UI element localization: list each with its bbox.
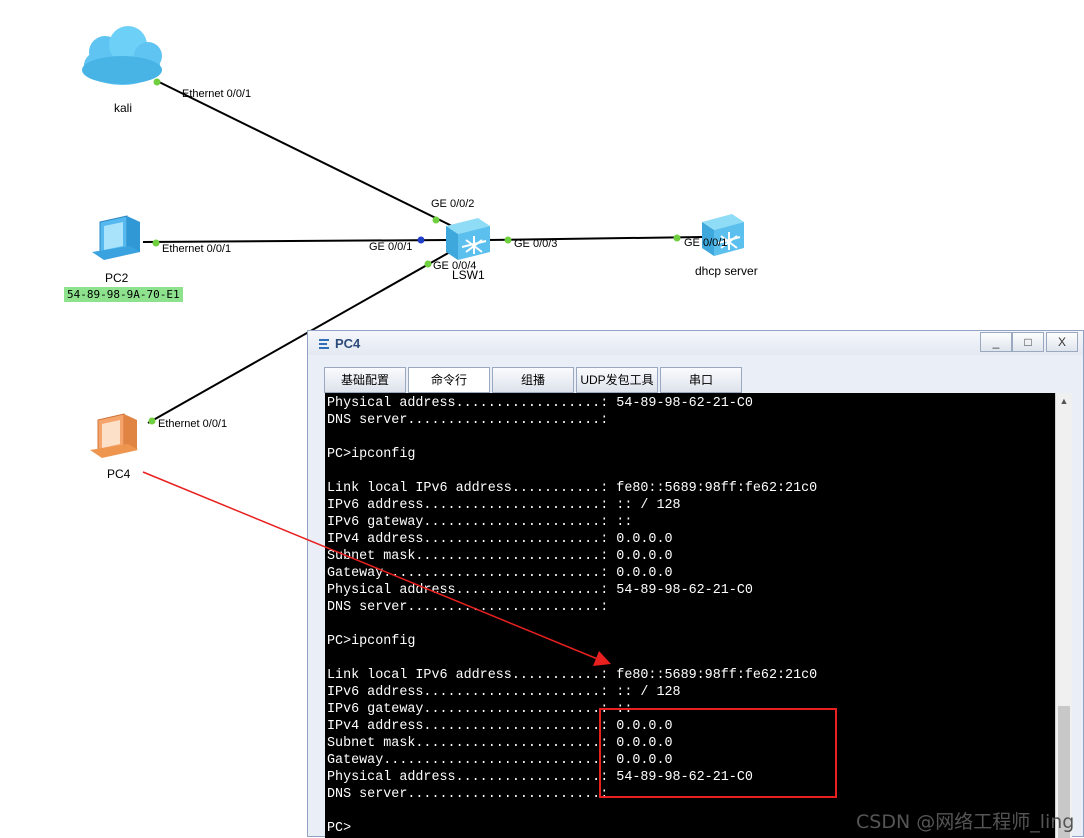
- app-icon: [319, 339, 329, 349]
- tab-serial[interactable]: 串口: [660, 367, 742, 393]
- port-label: Ethernet 0/0/1: [158, 418, 228, 430]
- port-dot: [152, 239, 160, 247]
- console-line: Physical address..................: 54-8…: [327, 583, 753, 598]
- console-line: DNS server........................:: [327, 600, 609, 615]
- console-line: Physical address..................: 54-8…: [327, 396, 753, 411]
- console-line: IPv6 gateway......................: ::: [327, 702, 633, 717]
- annotation-highlight-box: [599, 708, 837, 798]
- watermark: CSDN @网络工程师_ling: [856, 811, 1075, 833]
- port-dot: [148, 417, 156, 425]
- console-line: PC>: [327, 821, 352, 836]
- console-line: DNS server........................:: [327, 787, 609, 802]
- console-line: PC>ipconfig: [327, 447, 416, 462]
- port-label: Ethernet 0/0/1: [162, 243, 232, 255]
- console-line: Link local IPv6 address...........: fe80…: [327, 481, 818, 496]
- device-label-lsw1: LSW1: [452, 268, 485, 282]
- tab-udp-tool[interactable]: UDP发包工具: [576, 367, 658, 393]
- port-dot: [153, 78, 161, 86]
- port-label: GE 0/0/1: [684, 237, 728, 249]
- port-dot: [417, 236, 425, 244]
- console-line: IPv4 address......................: 0.0.…: [327, 532, 673, 547]
- console-line: Gateway...........................: 0.0.…: [327, 566, 673, 581]
- port-dot: [504, 236, 512, 244]
- close-button[interactable]: X: [1046, 332, 1078, 352]
- port-dot: [424, 260, 432, 268]
- device-label-pc2: PC2: [105, 271, 129, 285]
- pc-icon[interactable]: [92, 215, 140, 260]
- mac-address-tag: 54-89-98-9A-70-E1: [64, 287, 183, 302]
- switch-icon[interactable]: [446, 218, 490, 260]
- port-label: GE 0/0/3: [514, 238, 558, 250]
- window-title: PC4: [335, 336, 361, 351]
- tab-basic-config[interactable]: 基础配置: [324, 367, 406, 393]
- cloud-icon[interactable]: [82, 26, 162, 85]
- console-line: IPv6 gateway......................: ::: [327, 515, 633, 530]
- console-line: Subnet mask.......................: 0.0.…: [327, 549, 673, 564]
- maximize-button[interactable]: □: [1012, 332, 1044, 352]
- server-switch-icon[interactable]: [702, 214, 744, 256]
- minimize-button[interactable]: _: [980, 332, 1012, 352]
- device-label-kali: kali: [114, 101, 133, 115]
- console-line: PC>ipconfig: [327, 634, 416, 649]
- tab-multicast[interactable]: 组播: [492, 367, 574, 393]
- link-kali-lsw1[interactable]: [154, 79, 453, 227]
- console-line: Link local IPv6 address...........: fe80…: [327, 668, 818, 683]
- tab-command-line[interactable]: 命令行: [408, 367, 490, 393]
- port-label: GE 0/0/2: [431, 198, 475, 210]
- pc-icon[interactable]: [90, 413, 138, 458]
- port-label: GE 0/0/1: [369, 241, 413, 253]
- console-line: IPv6 address......................: :: /…: [327, 685, 681, 700]
- port-dot: [432, 216, 440, 224]
- console-line: DNS server........................:: [327, 413, 609, 428]
- device-label-pc4: PC4: [107, 467, 131, 481]
- scroll-up-icon[interactable]: ▲: [1056, 393, 1072, 409]
- port-dot: [673, 234, 681, 242]
- console-scrollbar[interactable]: ▲: [1055, 393, 1072, 838]
- window-titlebar[interactable]: PC4 _ □ X: [308, 331, 1083, 355]
- port-label: Ethernet 0/0/1: [182, 88, 252, 100]
- console-line: IPv6 address......................: :: /…: [327, 498, 681, 513]
- device-label-dhcp-server: dhcp server: [695, 264, 758, 278]
